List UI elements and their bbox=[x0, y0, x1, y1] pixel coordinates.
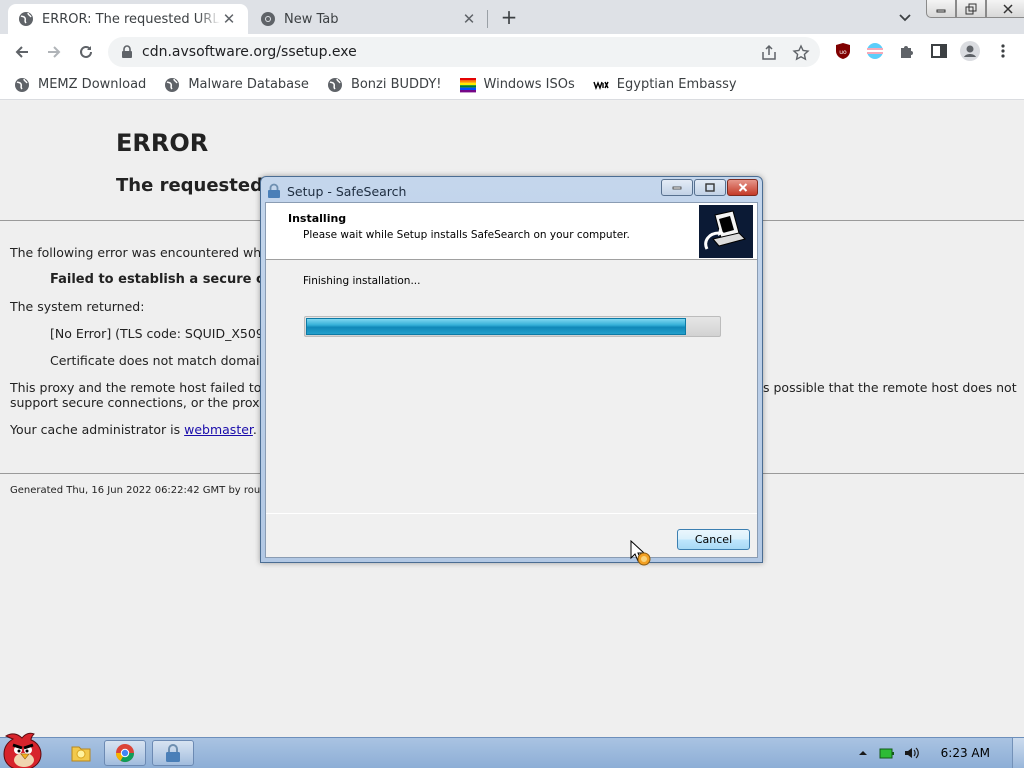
close-icon bbox=[738, 183, 747, 192]
bookmark-label: Malware Database bbox=[188, 77, 309, 92]
chrome-icon bbox=[116, 744, 134, 763]
back-arrow-icon bbox=[15, 46, 28, 58]
tab-error[interactable]: ERROR: The requested URL could not be re… bbox=[8, 4, 248, 34]
generated-footer: Generated Thu, 16 Jun 2022 06:22:42 GMT … bbox=[10, 485, 295, 496]
rainbow-flag-icon bbox=[459, 77, 476, 92]
minimize-icon bbox=[936, 9, 946, 12]
period: . bbox=[252, 422, 257, 437]
dialog-body: Installing Please wait while Setup insta… bbox=[265, 202, 758, 558]
taskbar-setup[interactable] bbox=[152, 740, 194, 766]
page-title: ERROR bbox=[116, 129, 209, 157]
minimize-icon bbox=[672, 186, 682, 189]
restore-window-button[interactable] bbox=[956, 0, 986, 18]
taskbar-explorer[interactable] bbox=[60, 740, 102, 766]
clock[interactable]: 6:23 AM bbox=[941, 746, 990, 760]
star-icon[interactable] bbox=[792, 44, 810, 62]
close-icon bbox=[1003, 3, 1013, 14]
side-panel-icon[interactable] bbox=[930, 42, 948, 60]
volume-icon[interactable] bbox=[903, 745, 919, 761]
browser-toolbar: cdn.avsoftware.org/ssetup.exe uo bbox=[0, 34, 1024, 70]
battery-icon[interactable] bbox=[879, 745, 895, 761]
maximize-icon bbox=[705, 183, 715, 192]
install-progress-bar bbox=[304, 316, 721, 337]
setup-lock-icon bbox=[268, 183, 280, 198]
tray-expand-icon[interactable] bbox=[855, 745, 871, 761]
dialog-close-button[interactable] bbox=[727, 179, 758, 196]
tab-title: New Tab bbox=[284, 11, 339, 27]
bookmarks-bar: MEMZ Download Malware Database Bonzi BUD… bbox=[0, 70, 1024, 100]
dialog-title: Setup - SafeSearch bbox=[287, 183, 407, 199]
tab-new-tab[interactable]: New Tab ✕ bbox=[250, 4, 488, 34]
minimize-window-button[interactable] bbox=[926, 0, 956, 18]
bookmark-egyptian-embassy[interactable]: Egyptian Embassy bbox=[593, 77, 737, 93]
svg-text:uo: uo bbox=[839, 49, 847, 56]
globe-icon bbox=[327, 77, 342, 92]
bookmark-windows-isos[interactable]: Windows ISOs bbox=[459, 77, 575, 93]
back-button[interactable] bbox=[10, 40, 34, 64]
dialog-titlebar[interactable]: Setup - SafeSearch bbox=[267, 180, 406, 202]
extensions-puzzle-icon[interactable] bbox=[898, 42, 916, 60]
window-controls bbox=[926, 0, 1024, 18]
pride-extension-icon[interactable] bbox=[866, 42, 884, 60]
cache-admin-text: Your cache administrator is bbox=[10, 422, 185, 437]
show-desktop-button[interactable] bbox=[1012, 738, 1024, 768]
dialog-window-controls bbox=[660, 179, 758, 196]
kebab-menu-icon[interactable] bbox=[994, 42, 1012, 60]
bookmark-label: Windows ISOs bbox=[483, 77, 575, 92]
bookmark-memz[interactable]: MEMZ Download bbox=[14, 77, 146, 93]
bookmark-bonzi-buddy[interactable]: Bonzi BUDDY! bbox=[327, 77, 442, 93]
dialog-header: Installing Please wait while Setup insta… bbox=[266, 203, 757, 260]
ublock-icon[interactable]: uo bbox=[834, 42, 852, 60]
bookmark-label: Egyptian Embassy bbox=[616, 77, 737, 92]
address-bar[interactable]: cdn.avsoftware.org/ssetup.exe bbox=[108, 37, 820, 67]
dialog-divider bbox=[266, 513, 757, 514]
bookmark-label: MEMZ Download bbox=[38, 77, 147, 92]
cancel-button[interactable]: Cancel bbox=[677, 529, 750, 550]
globe-icon bbox=[19, 12, 33, 26]
tab-strip: ERROR: The requested URL could not be re… bbox=[0, 0, 1024, 34]
share-icon[interactable] bbox=[760, 44, 778, 62]
wix-icon bbox=[593, 80, 609, 90]
start-button-angry-bird-icon[interactable] bbox=[2, 730, 52, 768]
tab-separator bbox=[487, 10, 488, 28]
reload-button[interactable] bbox=[74, 40, 98, 64]
taskbar: 6:23 AM bbox=[0, 732, 1024, 768]
webmaster-link[interactable]: webmaster bbox=[184, 422, 253, 437]
setup-dialog: Setup - SafeSearch Installing Please wai… bbox=[260, 176, 763, 563]
lock-icon[interactable] bbox=[120, 45, 134, 59]
reload-icon bbox=[80, 45, 92, 58]
folder-icon bbox=[71, 746, 91, 762]
setup-lock-icon bbox=[166, 744, 180, 762]
chrome-icon bbox=[261, 12, 275, 26]
dialog-maximize-button[interactable] bbox=[694, 179, 726, 196]
address-text[interactable]: cdn.avsoftware.org/ssetup.exe bbox=[142, 44, 357, 60]
close-window-button[interactable] bbox=[986, 0, 1024, 18]
installing-description: Please wait while Setup installs SafeSea… bbox=[303, 229, 630, 241]
globe-icon bbox=[15, 77, 29, 92]
forward-button[interactable] bbox=[42, 40, 66, 64]
install-status: Finishing installation... bbox=[303, 275, 421, 287]
taskbar-chrome[interactable] bbox=[104, 740, 146, 766]
installer-computer-icon bbox=[699, 205, 753, 258]
progress-fill bbox=[306, 318, 686, 335]
system-tray: 6:23 AM bbox=[847, 738, 1024, 768]
restore-icon bbox=[965, 3, 977, 14]
system-returned-label: The system returned: bbox=[10, 299, 145, 314]
globe-icon bbox=[165, 77, 180, 92]
bookmark-label: Bonzi BUDDY! bbox=[350, 77, 442, 92]
installing-heading: Installing bbox=[288, 212, 347, 225]
close-tab-icon[interactable]: ✕ bbox=[220, 10, 238, 28]
busy-cursor-icon bbox=[630, 540, 651, 566]
bookmark-malware-database[interactable]: Malware Database bbox=[164, 77, 309, 93]
tab-title: ERROR: The requested URL could not be re… bbox=[42, 11, 220, 27]
cache-admin-line: Your cache administrator is webmaster. bbox=[10, 422, 257, 437]
profile-avatar-icon[interactable] bbox=[960, 41, 980, 61]
forward-arrow-icon bbox=[48, 46, 61, 58]
chevron-down-icon[interactable] bbox=[896, 8, 914, 26]
close-tab-icon[interactable]: ✕ bbox=[460, 10, 478, 28]
new-tab-button[interactable]: + bbox=[498, 6, 520, 28]
dialog-minimize-button[interactable] bbox=[661, 179, 693, 196]
